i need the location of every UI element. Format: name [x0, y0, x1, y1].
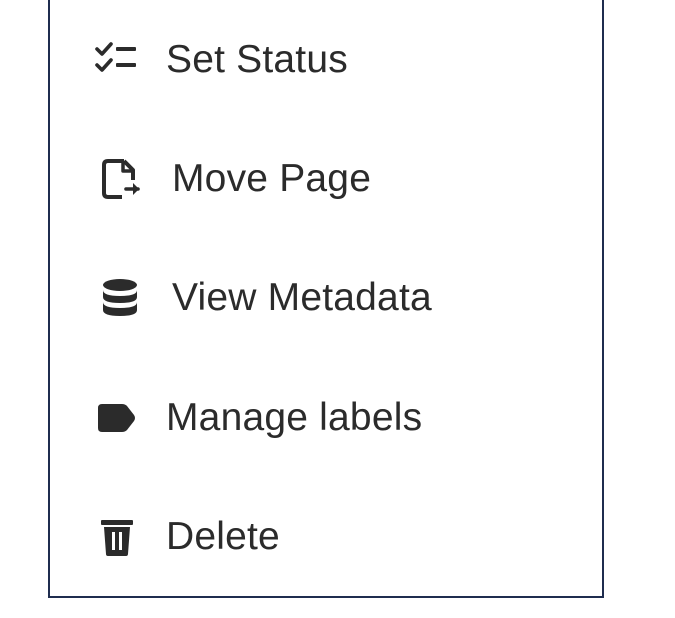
move-page-icon: [100, 158, 144, 200]
menu-item-label: Manage labels: [166, 396, 423, 439]
checklist-icon: [94, 40, 140, 80]
menu-item-label: Move Page: [172, 157, 372, 200]
menu-item-delete[interactable]: Delete: [50, 501, 602, 573]
menu-item-label: View Metadata: [172, 276, 432, 319]
menu-item-label: Delete: [166, 515, 280, 558]
context-menu: Set Status Move Page View Metadata Manag…: [48, 0, 604, 598]
database-icon: [100, 277, 140, 319]
menu-item-view-metadata[interactable]: View Metadata: [50, 262, 602, 334]
label-icon: [96, 400, 136, 436]
trash-icon: [100, 517, 134, 557]
menu-item-manage-labels[interactable]: Manage labels: [50, 382, 602, 454]
menu-item-set-status[interactable]: Set Status: [50, 24, 602, 96]
menu-item-label: Set Status: [166, 38, 348, 81]
menu-item-move-page[interactable]: Move Page: [50, 143, 602, 215]
